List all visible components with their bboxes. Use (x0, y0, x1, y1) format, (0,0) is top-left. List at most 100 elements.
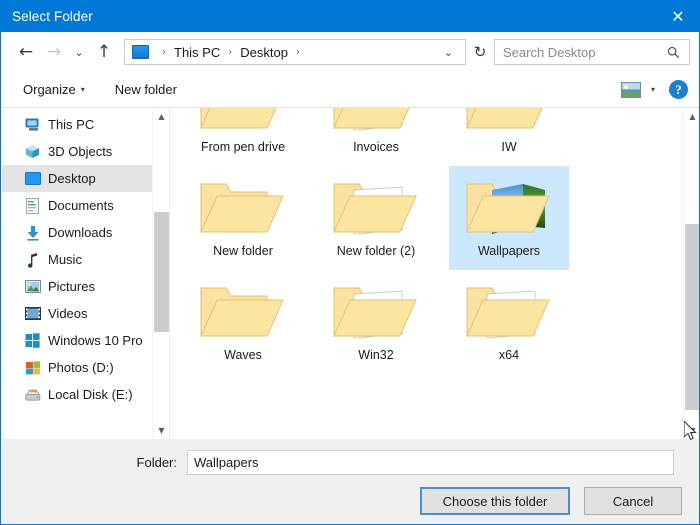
close-icon: ✕ (671, 6, 685, 26)
sidebar-item-label: Desktop (48, 171, 96, 186)
windows-drive-icon (24, 332, 41, 349)
close-button[interactable]: ✕ (655, 1, 699, 32)
folder-pdf-icon: PDF (328, 170, 424, 242)
navigation-pane: This PC 3D Objects Desktop Documents Downloa… (2, 108, 169, 439)
folder-item-label: x64 (498, 348, 520, 362)
folder-item-label: From pen drive (200, 140, 286, 154)
help-button[interactable]: ? (669, 80, 688, 99)
scroll-down-icon[interactable]: ▼ (684, 422, 699, 439)
dialog-body: This PC 3D Objects Desktop Documents Downloa… (2, 108, 699, 439)
folder-item[interactable]: IW (449, 108, 569, 166)
breadcrumb-item-desktop[interactable]: Desktop (239, 45, 289, 60)
window-title: Select Folder (12, 9, 93, 24)
desktop-icon (24, 170, 41, 187)
folder-item[interactable]: PDF Invoices (316, 108, 436, 166)
scroll-up-icon[interactable]: ▲ (153, 108, 169, 125)
sidebar-item-label: Photos (D:) (48, 360, 114, 375)
folder-disc-icon (461, 274, 557, 346)
sidebar-item-desktop[interactable]: Desktop (2, 165, 169, 192)
scroll-up-icon[interactable]: ▲ (684, 108, 699, 125)
title-bar: Select Folder ✕ (1, 1, 699, 32)
folder-icon (195, 108, 291, 138)
recent-locations-button[interactable]: ⌄ (68, 37, 90, 67)
folder-tree: This PC 3D Objects Desktop Documents Downloa… (2, 108, 169, 408)
file-grid: From pen drive PDF Invoices IW New folder PDF… (170, 108, 684, 374)
sidebar-item-pictures[interactable]: Pictures (2, 273, 169, 300)
sidebar-item-this-pc[interactable]: This PC (2, 111, 169, 138)
file-list-pane[interactable]: From pen drive PDF Invoices IW New folder PDF… (169, 108, 699, 439)
folder-item[interactable]: Win32 (316, 270, 436, 374)
back-button[interactable]: ← (12, 37, 40, 67)
change-view-icon[interactable] (620, 81, 641, 98)
folder-item-label: New folder (2) (336, 244, 416, 258)
music-icon (24, 251, 41, 268)
folder-label: Folder: (136, 454, 177, 470)
cube-icon (24, 143, 41, 160)
breadcrumb-separator-1: › (228, 46, 233, 58)
search-placeholder: Search Desktop (503, 44, 596, 60)
sidebar-item-photos-d[interactable]: Photos (D:) (2, 354, 169, 381)
sidebar-item-label: Music (48, 252, 82, 267)
folder-item-label: Wallpapers (477, 244, 541, 258)
breadcrumb-separator-2[interactable]: › (289, 47, 307, 58)
folder-item[interactable]: PDF New folder (2) (316, 166, 436, 270)
sidebar-item-local-disk-e[interactable]: Local Disk (E:) (2, 381, 169, 408)
sidebar-item-label: Local Disk (E:) (48, 387, 133, 402)
sidebar-item-label: Pictures (48, 279, 95, 294)
up-button[interactable]: ↑ (90, 37, 118, 67)
sidebar-item-music[interactable]: Music (2, 246, 169, 273)
folder-disc-icon (328, 274, 424, 346)
folder-item-label: New folder (213, 244, 273, 258)
sidebar-item-label: Downloads (48, 225, 113, 240)
breadcrumb-separator-0: › (162, 46, 166, 58)
folder-item-label: Win32 (358, 348, 394, 362)
breadcrumb-item-this-pc[interactable]: This PC (173, 45, 221, 60)
folder-item[interactable]: New folder (183, 166, 303, 270)
new-folder-button[interactable]: New folder (108, 77, 184, 103)
sidebar-item-downloads[interactable]: Downloads (2, 219, 169, 246)
chevron-down-icon[interactable]: ▾ (651, 85, 655, 94)
sidebar-item-documents[interactable]: Documents (2, 192, 169, 219)
folder-images-icon (461, 170, 557, 242)
documents-icon (24, 197, 41, 214)
breadcrumb[interactable]: › This PC › Desktop › ⌄ (124, 39, 466, 65)
videos-icon (24, 305, 41, 322)
folder-item-label: Waves (224, 348, 262, 362)
folder-item-label: IW (501, 140, 517, 154)
pictures-icon (24, 278, 41, 295)
organize-button[interactable]: Organize ▾ (16, 77, 92, 103)
folder-icon (195, 170, 291, 242)
folder-item[interactable]: From pen drive (183, 108, 303, 166)
choose-this-folder-button[interactable]: Choose this folder (420, 487, 570, 515)
toolbar-right-group: ▾ ? (620, 80, 688, 99)
this-pc-icon (132, 45, 149, 59)
folder-item[interactable]: x64 (449, 270, 569, 374)
scrollbar-thumb[interactable] (154, 212, 169, 332)
local-disk-icon (24, 386, 41, 403)
sidebar-item-videos[interactable]: Videos (2, 300, 169, 327)
folder-item[interactable]: Waves (183, 270, 303, 374)
folder-item-label: Invoices (353, 140, 399, 154)
sidebar-item-label: Videos (48, 306, 88, 321)
scroll-down-icon[interactable]: ▼ (153, 422, 169, 439)
file-list-scrollbar[interactable]: ▲ ▼ (683, 108, 699, 439)
sidebar-item-label: 3D Objects (48, 144, 113, 159)
sidebar-item-windows-10-pro[interactable]: Windows 10 Pro (2, 327, 169, 354)
search-input[interactable]: Search Desktop (494, 39, 690, 65)
refresh-button[interactable]: ↻ (466, 39, 494, 65)
folder-name-input[interactable]: Wallpapers (187, 449, 674, 475)
chevron-down-icon[interactable]: ⌄ (436, 46, 465, 59)
scrollbar-thumb[interactable] (685, 224, 699, 410)
drive-icon (24, 359, 41, 376)
dialog-buttons: Choose this folder Cancel (420, 487, 682, 515)
folder-pdf-icon: PDF (328, 108, 424, 138)
sidebar-item-label: Documents (48, 198, 114, 213)
dialog-footer: Folder: Wallpapers Choose this folder Ca… (2, 439, 699, 524)
folder-item[interactable]: Wallpapers (449, 166, 569, 270)
sidebar-item-3d-objects[interactable]: 3D Objects (2, 138, 169, 165)
cancel-button[interactable]: Cancel (584, 487, 682, 515)
command-toolbar: Organize ▾ New folder ▾ ? (2, 72, 699, 108)
select-folder-dialog: Select Folder ✕ ← → ⌄ ↑ › This PC › Desk… (0, 0, 700, 525)
downloads-icon (24, 224, 41, 241)
sidebar-scrollbar[interactable]: ▲ ▼ (152, 108, 169, 439)
